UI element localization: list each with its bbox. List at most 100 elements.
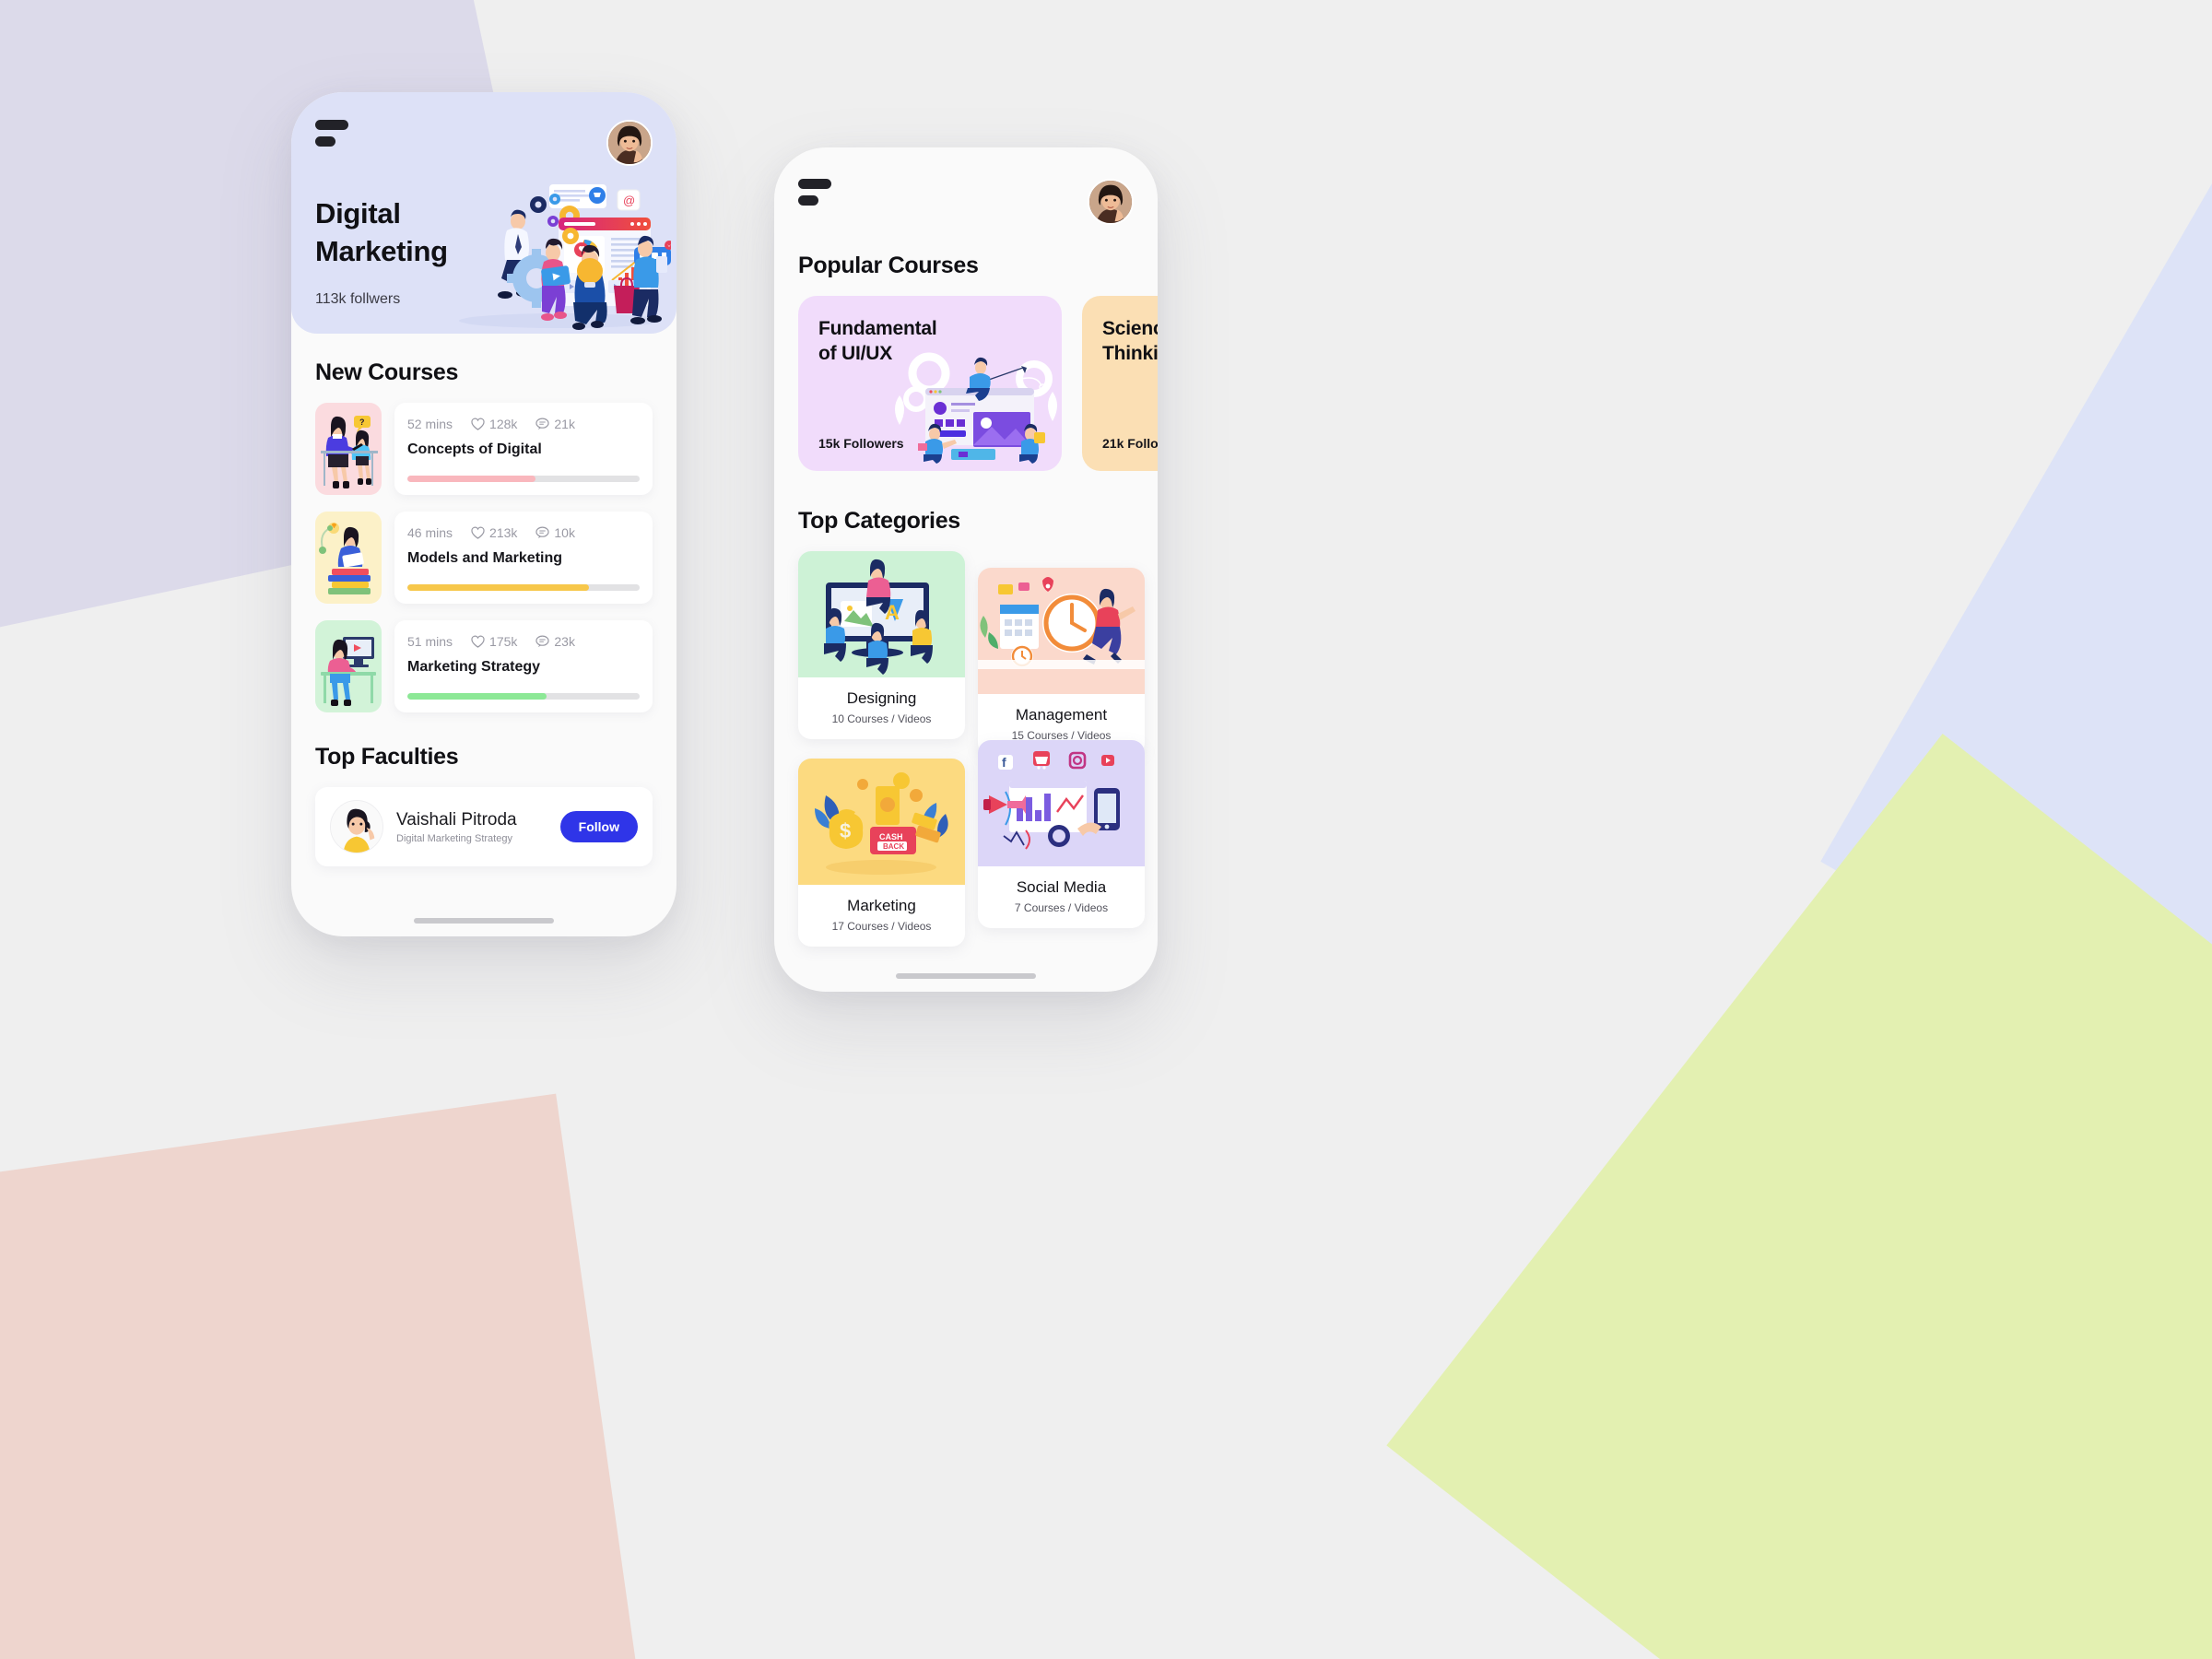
heart-icon bbox=[471, 635, 485, 648]
course-row[interactable]: 46 mins 213k 10k Models and Marketing bbox=[291, 512, 677, 604]
top-bar bbox=[315, 120, 653, 166]
comment-stat: 23k bbox=[535, 634, 575, 649]
phone-screen-explore: Popular Courses Fundamental of UI/UX 15k… bbox=[774, 147, 1158, 992]
faculty-info: Vaishali Pitroda Digital Marketing Strat… bbox=[396, 810, 547, 844]
course-row[interactable]: 51 mins 175k 23k Marketing Strategy bbox=[291, 620, 677, 712]
logo-bar-bottom bbox=[798, 195, 818, 206]
popular-course-card[interactable]: Scienctific Thinking 21k Followers bbox=[1082, 296, 1158, 471]
popular-course-title-line2: Thinking bbox=[1102, 343, 1158, 365]
like-count: 128k bbox=[489, 417, 518, 431]
popular-course-title: Scienctific Thinking bbox=[1102, 316, 1158, 367]
heart-icon bbox=[471, 418, 485, 430]
faculty-card[interactable]: Vaishali Pitroda Digital Marketing Strat… bbox=[315, 787, 653, 866]
like-stat: 175k bbox=[471, 634, 517, 649]
popular-course-followers: 21k Followers bbox=[1102, 436, 1158, 451]
user-avatar[interactable] bbox=[1088, 179, 1134, 225]
popular-course-card[interactable]: Fundamental of UI/UX 15k Followers bbox=[798, 296, 1062, 471]
new-courses-heading: New Courses bbox=[315, 359, 459, 385]
svg-text:f: f bbox=[1002, 755, 1006, 770]
lime-panel-shape bbox=[1386, 734, 2212, 1659]
course-card[interactable]: 46 mins 213k 10k Models and Marketing bbox=[394, 512, 653, 604]
home-indicator[interactable] bbox=[414, 918, 554, 924]
reading-on-books-thumbnail bbox=[315, 512, 382, 604]
designing-illustration: A bbox=[798, 551, 965, 677]
course-duration: 51 mins bbox=[407, 634, 453, 649]
course-progress-track bbox=[407, 584, 640, 591]
svg-text:$: $ bbox=[840, 819, 851, 842]
follow-button[interactable]: Follow bbox=[559, 811, 638, 842]
course-meta: 46 mins 213k 10k bbox=[407, 525, 640, 540]
home-indicator[interactable] bbox=[896, 973, 1036, 979]
category-count: 10 Courses / Videos bbox=[831, 712, 932, 725]
like-count: 213k bbox=[489, 525, 518, 540]
category-label: Marketing 17 Courses / Videos bbox=[798, 885, 965, 947]
reading-on-books-illustration bbox=[319, 523, 371, 594]
category-label: Designing 10 Courses / Videos bbox=[798, 677, 965, 739]
desk-worker-thumbnail bbox=[315, 620, 382, 712]
avatar-portrait-icon bbox=[608, 122, 651, 164]
right-scroll-content: Popular Courses Fundamental of UI/UX 15k… bbox=[774, 225, 1158, 947]
hero-banner: Digital Marketing 113k follwers @ bbox=[291, 92, 677, 334]
logo-bars-icon[interactable] bbox=[798, 179, 831, 206]
course-progress-fill bbox=[407, 476, 535, 482]
category-card-marketing[interactable]: $ CASH BACK Marketing 17 Courses / Video… bbox=[798, 759, 965, 947]
comment-icon bbox=[535, 418, 550, 430]
comment-stat: 10k bbox=[535, 525, 575, 540]
category-name: Marketing bbox=[847, 897, 916, 914]
social-media-art: f bbox=[983, 751, 1120, 850]
comment-icon bbox=[535, 635, 550, 648]
course-card[interactable]: 51 mins 175k 23k Marketing Strategy bbox=[394, 620, 653, 712]
svg-text:@: @ bbox=[623, 194, 635, 207]
marketing-art: $ CASH BACK bbox=[815, 772, 948, 875]
svg-text:CASH: CASH bbox=[879, 832, 903, 841]
popular-courses-heading: Popular Courses bbox=[798, 253, 979, 278]
comment-icon bbox=[535, 526, 550, 539]
course-duration: 46 mins bbox=[407, 525, 453, 540]
cashback-money-illustration: $ CASH BACK bbox=[798, 759, 965, 885]
course-title: Models and Marketing bbox=[407, 550, 563, 566]
popular-course-title-line2: of UI/UX bbox=[818, 343, 893, 365]
category-name: Designing bbox=[846, 689, 917, 707]
faculty-avatar bbox=[330, 800, 383, 853]
top-bar bbox=[774, 147, 1158, 225]
phone-screen-home: Digital Marketing 113k follwers @ New Co… bbox=[291, 92, 677, 936]
popular-course-title-line1: Fundamental bbox=[818, 318, 937, 339]
course-meta: 52 mins 128k 21k bbox=[407, 417, 640, 431]
logo-bar-top bbox=[315, 120, 348, 130]
category-name: Social Media bbox=[1016, 878, 1107, 896]
faculty-name: Vaishali Pitroda bbox=[396, 809, 517, 830]
left-scroll-content: New Courses ? 52 mins 128k 21k Concepts … bbox=[291, 334, 677, 866]
comment-count: 10k bbox=[554, 525, 575, 540]
popular-courses-carousel[interactable]: Fundamental of UI/UX 15k Followers Scien… bbox=[774, 296, 1158, 471]
svg-text:BACK: BACK bbox=[883, 842, 904, 851]
two-students-thumbnail: ? bbox=[315, 403, 382, 495]
faculty-portrait-icon bbox=[331, 801, 382, 853]
top-faculties-heading: Top Faculties bbox=[315, 744, 459, 770]
category-card-designing[interactable]: A Designing 10 Courses / Videos bbox=[798, 551, 965, 739]
faculty-role: Digital Marketing Strategy bbox=[396, 832, 512, 844]
avatar-portrait-icon bbox=[1089, 181, 1132, 223]
category-card-management[interactable]: Management 15 Courses / Videos bbox=[978, 568, 1145, 756]
heart-icon bbox=[471, 526, 485, 539]
like-stat: 128k bbox=[471, 417, 517, 431]
course-row[interactable]: ? 52 mins 128k 21k Concepts of Digital bbox=[291, 403, 677, 495]
logo-bar-bottom bbox=[315, 136, 335, 147]
course-progress-fill bbox=[407, 584, 589, 591]
course-card[interactable]: 52 mins 128k 21k Concepts of Digital bbox=[394, 403, 653, 495]
popular-course-title-line1: Scienctific bbox=[1102, 318, 1158, 339]
course-progress-track bbox=[407, 693, 640, 700]
logo-bars-icon[interactable] bbox=[315, 120, 348, 147]
course-title: Marketing Strategy bbox=[407, 659, 541, 675]
digital-marketing-illustration: @ bbox=[459, 184, 671, 330]
like-stat: 213k bbox=[471, 525, 517, 540]
comment-count: 23k bbox=[554, 634, 575, 649]
user-avatar[interactable] bbox=[606, 120, 653, 166]
comment-stat: 21k bbox=[535, 417, 575, 431]
category-label: Social Media 7 Courses / Videos bbox=[978, 866, 1145, 928]
course-progress-fill bbox=[407, 693, 547, 700]
blush-panel-shape bbox=[0, 1093, 653, 1659]
comment-count: 21k bbox=[554, 417, 575, 431]
category-count: 17 Courses / Videos bbox=[831, 920, 932, 933]
popular-course-followers: 15k Followers bbox=[818, 436, 904, 451]
category-card-social-media[interactable]: f Social Media 7 Courses / Videos bbox=[978, 740, 1145, 928]
